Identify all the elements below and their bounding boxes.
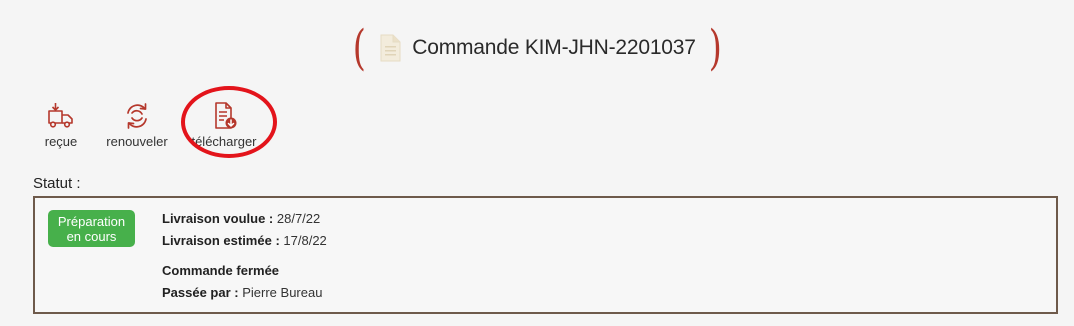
estimated-delivery-label: Livraison estimée : (162, 233, 280, 248)
right-bracket-decoration: ) (708, 20, 722, 76)
estimated-delivery-row: Livraison estimée : 17/8/22 (162, 232, 327, 254)
status-badge-line1: Préparation (57, 213, 126, 229)
placed-by-value: Pierre Bureau (242, 285, 323, 300)
document-icon (380, 34, 401, 62)
desired-delivery-value: 28/7/22 (276, 211, 321, 226)
status-heading: Statut : (33, 175, 81, 192)
delivery-truck-icon (48, 103, 73, 128)
order-header: ( Commande KIM-JHN-2201037 ) (0, 24, 1074, 72)
received-button[interactable]: reçue (36, 101, 86, 149)
status-details: Livraison voulue : 28/7/22 Livraison est… (162, 210, 327, 306)
order-closed-row: Commande fermée (162, 262, 327, 284)
placed-by-row: Passée par : Pierre Bureau (162, 284, 327, 306)
page-title: Commande KIM-JHN-2201037 (412, 36, 696, 59)
download-label: télécharger (191, 134, 257, 149)
order-closed-text: Commande fermée (162, 263, 280, 278)
left-bracket-decoration: ( (352, 20, 366, 76)
desired-delivery-row: Livraison voulue : 28/7/22 (162, 210, 327, 232)
placed-by-label: Passée par : (162, 285, 239, 300)
status-badge: Préparation en cours (48, 210, 135, 247)
received-label: reçue (44, 134, 78, 149)
order-actions: reçue renouveler télécharger (36, 101, 276, 149)
estimated-delivery-value: 17/8/22 (283, 233, 327, 248)
renew-cycle-icon (127, 103, 147, 129)
status-badge-line2: en cours (66, 228, 117, 244)
status-panel: Préparation en cours Livraison voulue : … (33, 196, 1058, 314)
renew-button[interactable]: renouveler (102, 101, 172, 149)
renew-label: renouveler (106, 134, 168, 149)
title-wrap: Commande KIM-JHN-2201037 (368, 34, 706, 62)
page: ( Commande KIM-JHN-2201037 ) reçue renou… (0, 0, 1074, 326)
download-button[interactable]: télécharger (182, 101, 266, 149)
desired-delivery-label: Livraison voulue : (162, 211, 274, 226)
download-document-icon (215, 102, 237, 129)
